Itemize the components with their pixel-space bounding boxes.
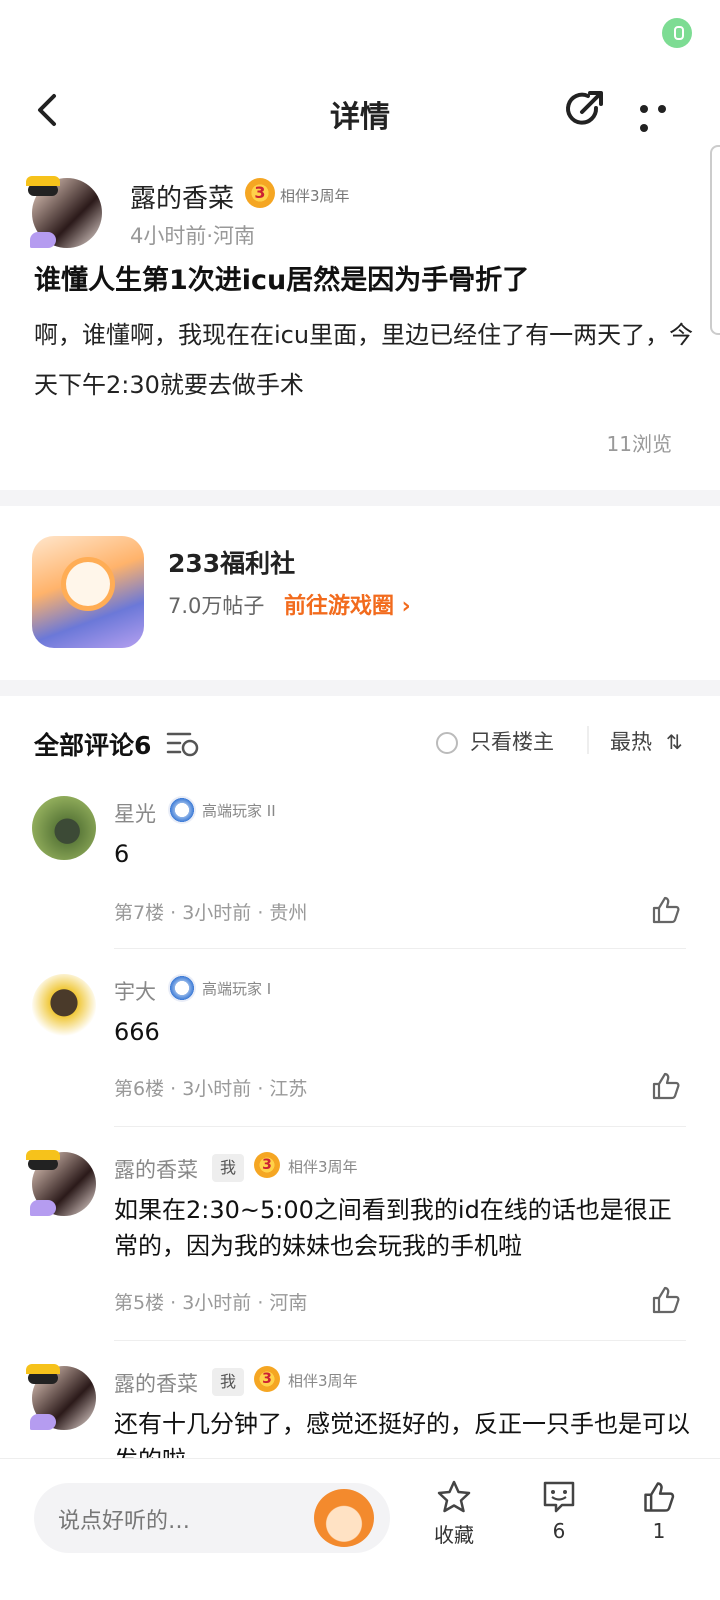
commenter-avatar[interactable] [32, 796, 96, 860]
sort-icon[interactable]: ⇅ [666, 730, 683, 754]
anniversary-badge-text: 相伴3周年 [288, 1372, 358, 1390]
anniversary-badge-icon: 3 [254, 1366, 280, 1392]
comment-divider [114, 1340, 686, 1341]
like-button[interactable]: 1 [629, 1479, 689, 1543]
favorite-button[interactable]: 收藏 [424, 1479, 484, 1548]
commenter-name[interactable]: 宇大 [114, 976, 156, 1006]
comment-count: 6 [552, 1519, 566, 1543]
star-icon [437, 1480, 471, 1513]
more-options-icon[interactable] [640, 98, 690, 132]
top-navigation-bar: 详情 [0, 64, 720, 160]
thumbs-up-icon [644, 1482, 675, 1512]
favorite-label: 收藏 [434, 1523, 474, 1547]
page-title: 详情 [330, 100, 390, 135]
sort-label[interactable]: 最热 [610, 726, 652, 756]
comment-meta: 第5楼 · 3小时前 · 河南 [114, 1292, 308, 1314]
commenter-name[interactable]: 露的香菜 [114, 1154, 198, 1184]
anniversary-badge-text: 相伴3周年 [288, 1158, 358, 1176]
author-name[interactable]: 露的香菜 [130, 178, 234, 215]
circle-name[interactable]: 233福利社 [168, 544, 295, 580]
comment-bubble-icon [543, 1481, 575, 1513]
go-to-circle-link[interactable]: 前往游戏圈 › [284, 588, 411, 620]
comment-text: 666 [114, 1018, 160, 1046]
post-detail-screen: { "nav": {"title": "详情"}, "post": { "aut… [0, 0, 720, 1600]
circle-icon[interactable] [32, 536, 144, 648]
anniversary-badge-icon: 3 [245, 178, 275, 208]
header-divider [587, 726, 589, 754]
me-tag: 我 [212, 1368, 244, 1396]
me-tag: 我 [212, 1154, 244, 1182]
owner-only-label[interactable]: 只看楼主 [470, 726, 554, 756]
comment-input-placeholder: 说点好听的… [58, 1509, 191, 1534]
comment-button[interactable]: 6 [529, 1479, 589, 1543]
owner-only-radio[interactable] [436, 732, 458, 754]
post-title: 谁懂人生第1次进icu居然是因为手骨折了 [34, 265, 530, 296]
anniversary-badge-icon: 3 [254, 1152, 280, 1178]
like-icon[interactable] [650, 1284, 682, 1316]
post-body: 啊，谁懂啊，我现在在icu里面，里边已经住了有一两天了，今天下午2:30就要去做… [34, 321, 694, 399]
comment-input[interactable]: 说点好听的… [34, 1483, 390, 1553]
commenter-avatar[interactable] [26, 1364, 96, 1430]
player-level-icon [168, 796, 196, 824]
comment-text: 如果在2:30~5:00之间看到我的id在线的话也是很正常的，因为我的妹妹也会玩… [114, 1196, 672, 1260]
comments-title: 全部评论6 [34, 731, 152, 760]
section-divider [0, 680, 720, 696]
view-count: 11浏览 [606, 432, 672, 456]
player-level-text: 高端玩家 I [202, 980, 272, 998]
comment-text: 6 [114, 840, 130, 868]
player-level-text: 高端玩家 II [202, 802, 276, 820]
commenter-name[interactable]: 露的香菜 [114, 1368, 198, 1398]
author-avatar[interactable] [26, 176, 102, 248]
commenter-avatar[interactable] [26, 1150, 96, 1216]
microphone-indicator-icon [662, 18, 692, 48]
filter-icon[interactable] [166, 728, 202, 758]
mascot-emoji-icon[interactable] [314, 1489, 374, 1547]
comment-divider [114, 1126, 686, 1127]
player-level-icon [168, 974, 196, 1002]
like-icon[interactable] [650, 1070, 682, 1102]
like-icon[interactable] [650, 894, 682, 926]
commenter-name[interactable]: 星光 [114, 798, 156, 828]
section-divider [0, 490, 720, 506]
scrollbar[interactable] [710, 145, 720, 335]
anniversary-badge-text: 相伴3周年 [280, 187, 350, 205]
comment-meta: 第6楼 · 3小时前 · 江苏 [114, 1078, 308, 1100]
status-bar [0, 0, 720, 64]
circle-post-count: 7.0万帖子 [168, 594, 265, 618]
comments-header: 全部评论6 只看楼主 最热 ⇅ [0, 702, 720, 782]
bottom-action-bar: 说点好听的… 收藏 6 1 [0, 1458, 720, 1600]
like-count: 1 [652, 1519, 666, 1543]
commenter-avatar[interactable] [32, 974, 96, 1038]
comment-divider [114, 948, 686, 949]
game-circle-card[interactable]: 233福利社 7.0万帖子 前往游戏圈 › [0, 506, 720, 684]
post-meta: 4小时前·河南 [130, 224, 256, 248]
share-icon[interactable] [562, 88, 606, 132]
comment-meta: 第7楼 · 3小时前 · 贵州 [114, 902, 308, 924]
